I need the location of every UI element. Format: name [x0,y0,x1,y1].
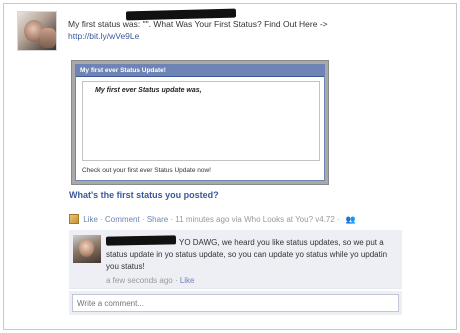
commenter-avatar-face [79,239,94,257]
post-body: My first status was: "". What Was Your F… [68,12,448,42]
comment-input[interactable] [72,294,399,312]
attachment-title[interactable]: What's the first status you posted? [69,190,219,200]
commenter-avatar[interactable] [73,235,101,263]
comment-meta: a few seconds ago · Like [106,276,195,285]
comment-text: YO DAWG, we heard you like status update… [106,237,398,273]
action-separator: · [334,215,342,224]
attachment-panel: My first ever Status Update! My first ev… [75,64,325,181]
comment-button[interactable]: Comment [105,215,140,224]
story-actions: Like · Comment · Share · 11 minutes ago … [69,214,356,226]
comment-body: YO DAWG, we heard you like status update… [106,238,388,271]
comment-item: YO DAWG, we heard you like status update… [69,230,402,289]
people-icon[interactable]: 👥 [346,214,356,226]
comment-time[interactable]: a few seconds ago [106,276,173,285]
like-button[interactable]: Like [83,215,98,224]
poster-avatar-arm [40,28,56,48]
attachment-header: My first ever Status Update! [76,65,324,77]
attachment-footer: Check out your first ever Status Update … [82,167,211,174]
comment-composer [69,291,402,315]
post-link[interactable]: http://bit.ly/wVe9Le [68,30,448,42]
attachment-image[interactable]: My first ever Status Update! My first ev… [71,60,329,185]
app-icon [69,214,79,224]
share-button[interactable]: Share [147,215,168,224]
attachment-question-box: My first ever Status update was, [82,81,320,161]
comment-separator: · [172,276,180,285]
action-separator: · [139,215,147,224]
action-separator: · [97,215,106,224]
poster-avatar[interactable] [17,11,57,51]
post-text: My first status was: "". What Was Your F… [68,19,328,29]
post-timestamp[interactable]: 11 minutes ago via Who Looks at You? v4.… [175,215,335,224]
attachment-question: My first ever Status update was, [95,87,202,94]
comment-like-button[interactable]: Like [180,276,195,285]
